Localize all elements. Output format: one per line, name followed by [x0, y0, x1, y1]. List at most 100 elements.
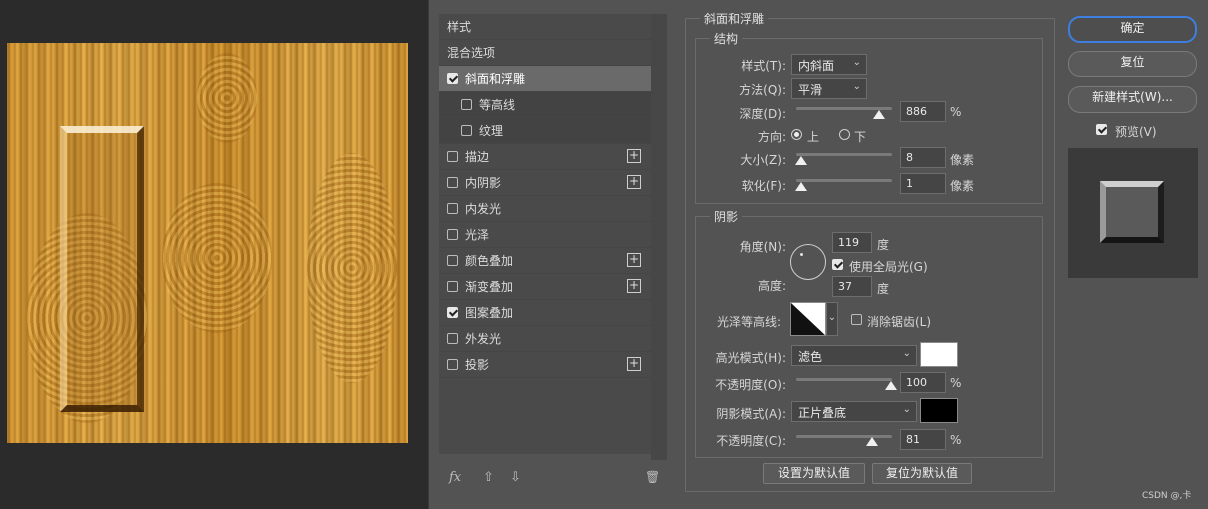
depth-slider-thumb[interactable]	[873, 110, 885, 119]
style-item-label: 内阴影	[465, 176, 502, 190]
move-down-icon[interactable]: ⇩	[510, 470, 521, 485]
chevron-down-icon: ⌄	[852, 81, 861, 92]
styles-list-scrollbar[interactable]	[651, 14, 667, 460]
style-item-checkbox[interactable]	[447, 333, 458, 344]
wood-swirl	[162, 183, 272, 333]
add-instance-icon[interactable]: +	[627, 175, 641, 189]
shadow-mode-label: 阴影模式(A):	[716, 407, 786, 421]
bevel-style-select[interactable]: 内斜面 ⌄	[791, 54, 867, 75]
style-item-label: 图案叠加	[465, 306, 514, 320]
style-label: 样式(T):	[741, 59, 786, 73]
trash-icon[interactable]: 🗑	[645, 470, 660, 484]
style-item[interactable]: 描边 +	[439, 144, 651, 170]
size-slider[interactable]	[796, 153, 892, 156]
direction-up-radio[interactable]	[791, 129, 802, 140]
style-item-label: 内发光	[465, 202, 502, 216]
style-item[interactable]: 图案叠加	[439, 300, 651, 326]
style-item-checkbox[interactable]	[447, 359, 458, 370]
highlight-mode-select[interactable]: 滤色 ⌄	[791, 345, 917, 366]
style-item-checkbox[interactable]	[447, 151, 458, 162]
shadow-color-swatch[interactable]	[920, 398, 958, 423]
ok-button[interactable]: 确定	[1068, 16, 1197, 43]
style-item-checkbox[interactable]	[447, 73, 458, 84]
shadow-mode-select[interactable]: 正片叠底 ⌄	[791, 401, 917, 422]
style-item-checkbox[interactable]	[447, 177, 458, 188]
angle-unit: 度	[877, 238, 890, 252]
style-item-label: 外发光	[465, 332, 502, 346]
add-instance-icon[interactable]: +	[627, 279, 641, 293]
add-instance-icon[interactable]: +	[627, 149, 641, 163]
style-item-label: 纹理	[479, 124, 504, 138]
soften-slider-thumb[interactable]	[795, 182, 807, 191]
global-light-checkbox[interactable]	[832, 259, 843, 270]
style-item[interactable]: 投影 +	[439, 352, 651, 378]
direction-up-label: 上	[807, 130, 820, 144]
document-canvas[interactable]	[7, 43, 408, 443]
style-item[interactable]: 内发光	[439, 196, 651, 222]
direction-down-radio[interactable]	[839, 129, 850, 140]
reset-button[interactable]: 复位	[1068, 51, 1197, 77]
highlight-opacity-input[interactable]: 100	[900, 372, 946, 393]
gloss-contour-picker[interactable]	[790, 302, 826, 336]
angle-dial[interactable]	[790, 244, 826, 280]
chevron-down-icon: ⌄	[852, 57, 861, 68]
style-item[interactable]: 等高线	[439, 92, 651, 118]
soften-input[interactable]: 1	[900, 173, 946, 194]
anti-alias-checkbox[interactable]	[851, 314, 862, 325]
size-unit: 像素	[950, 153, 975, 167]
shading-title: 阴影	[714, 210, 739, 224]
shadow-opacity-label: 不透明度(C):	[716, 434, 786, 448]
angle-input[interactable]: 119	[832, 232, 872, 253]
preview-label: 预览(V)	[1115, 125, 1157, 139]
gloss-contour-dropdown[interactable]: ⌄	[826, 302, 838, 336]
bevel-emboss-title: 斜面和浮雕	[704, 12, 765, 26]
styles-list-footer: fx ⇧ ⇩ 🗑	[439, 466, 667, 492]
anti-alias-label: 消除锯齿(L)	[867, 315, 932, 329]
size-slider-thumb[interactable]	[795, 156, 807, 165]
add-instance-icon[interactable]: +	[627, 253, 641, 267]
style-item-checkbox[interactable]	[447, 307, 458, 318]
preview-checkbox[interactable]	[1096, 124, 1107, 135]
style-item[interactable]: 渐变叠加 +	[439, 274, 651, 300]
styles-header[interactable]: 样式	[439, 14, 651, 40]
style-item-label: 投影	[465, 358, 490, 372]
style-item[interactable]: 光泽	[439, 222, 651, 248]
shadow-opacity-thumb[interactable]	[866, 437, 878, 446]
altitude-input[interactable]: 37	[832, 276, 872, 297]
soften-slider[interactable]	[796, 179, 892, 182]
style-item-label: 描边	[465, 150, 490, 164]
preview-bevel-tile	[1100, 181, 1164, 243]
new-style-button[interactable]: 新建样式(W)...	[1068, 86, 1197, 113]
blending-options-item[interactable]: 混合选项	[439, 40, 651, 66]
depth-input[interactable]: 886	[900, 101, 946, 122]
reset-default-button[interactable]: 复位为默认值	[872, 463, 972, 484]
soften-unit: 像素	[950, 179, 975, 193]
wood-swirl	[307, 153, 397, 383]
gloss-contour-label: 光泽等高线:	[716, 315, 781, 329]
style-item-checkbox[interactable]	[447, 203, 458, 214]
style-item[interactable]: 外发光	[439, 326, 651, 352]
style-item-label: 颜色叠加	[465, 254, 514, 268]
style-item-checkbox[interactable]	[461, 99, 472, 110]
style-item[interactable]: 内阴影 +	[439, 170, 651, 196]
style-item[interactable]: 纹理	[439, 118, 651, 144]
highlight-color-swatch[interactable]	[920, 342, 958, 367]
style-item-checkbox[interactable]	[447, 255, 458, 266]
move-up-icon[interactable]: ⇧	[483, 470, 494, 485]
style-item[interactable]: 颜色叠加 +	[439, 248, 651, 274]
size-label: 大小(Z):	[740, 153, 786, 167]
structure-title: 结构	[714, 32, 739, 46]
highlight-opacity-slider[interactable]	[796, 378, 892, 381]
fx-icon[interactable]: fx	[449, 470, 461, 485]
technique-select[interactable]: 平滑 ⌄	[791, 78, 867, 99]
style-item[interactable]: 斜面和浮雕	[439, 66, 651, 92]
shadow-opacity-input[interactable]: 81	[900, 429, 946, 450]
style-item-checkbox[interactable]	[461, 125, 472, 136]
style-item-checkbox[interactable]	[447, 229, 458, 240]
size-input[interactable]: 8	[900, 147, 946, 168]
add-instance-icon[interactable]: +	[627, 357, 641, 371]
embossed-rectangle-layer[interactable]	[60, 126, 144, 412]
make-default-button[interactable]: 设置为默认值	[763, 463, 865, 484]
style-item-checkbox[interactable]	[447, 281, 458, 292]
highlight-opacity-thumb[interactable]	[885, 381, 897, 390]
